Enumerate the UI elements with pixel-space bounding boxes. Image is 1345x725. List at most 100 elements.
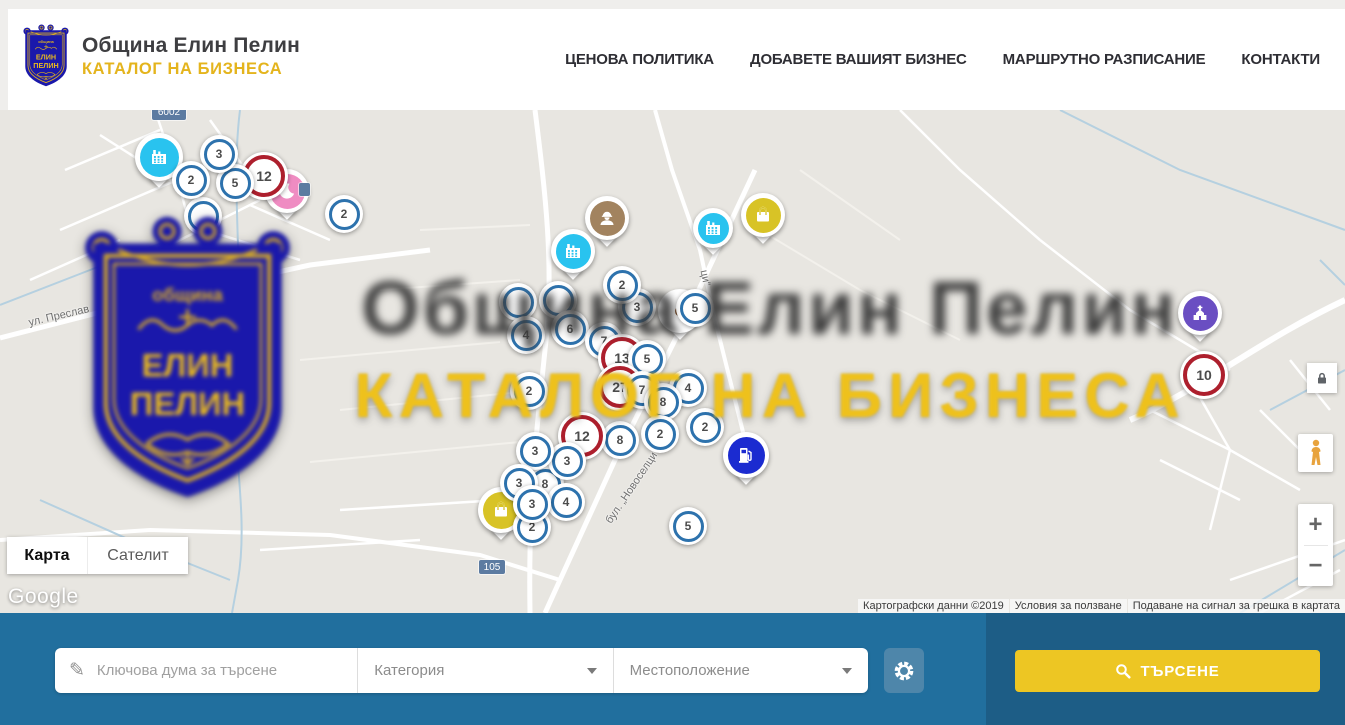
municipality-crest-icon: община ЕЛИН ПЕЛИН [22,24,70,88]
cluster-count: 6 [555,314,586,345]
map-cluster[interactable] [184,197,222,235]
map-pin-fuel[interactable] [723,432,769,478]
map-cluster[interactable]: 2 [325,195,363,233]
map-cluster[interactable] [499,283,537,321]
map-cluster[interactable]: 2 [172,161,210,199]
zoom-in-button[interactable]: + [1298,505,1333,545]
attribution-copyright: Картографски данни ©2019 [858,599,1009,613]
fuel-icon [728,437,765,474]
header: община ЕЛИН ПЕЛИН Община Елин Пелин КАТА… [8,9,1345,110]
category-select-label: Категория [374,662,586,679]
cluster-count [503,287,534,318]
map-cluster[interactable]: 5 [669,507,707,545]
nav-item[interactable]: ДОБАВЕТЕ ВАШИЯТ БИЗНЕС [750,51,967,68]
map-cluster[interactable]: 5 [676,289,714,327]
category-select[interactable]: Категория [357,648,612,693]
map-cluster[interactable]: 8 [601,421,639,459]
map-cluster[interactable]: 3 [513,485,551,523]
street-label: ул. Преслав [27,303,90,329]
map-cluster[interactable]: 2 [603,266,641,304]
cluster-count: 3 [552,446,583,477]
search-fields-group: ✎ Категория Местоположение [55,648,868,693]
map-cluster[interactable]: 2 [510,372,548,410]
map-canvas[interactable]: 3251253224671352774822281252833343106002… [0,110,1345,613]
search-icon [1115,663,1131,679]
logo-text: Община Елин Пелин КАТАЛОГ НА БИЗНЕСА [82,34,300,79]
bag-icon [746,198,781,233]
page: община ЕЛИН ПЕЛИН Община Елин Пелин КАТА… [0,0,1345,725]
cluster-count: 8 [605,425,636,456]
map-cluster[interactable]: 6 [551,310,589,348]
cluster-count: 4 [511,320,542,351]
map-cluster[interactable]: 2 [641,415,679,453]
street-label: бул. „Новоселци [603,450,660,526]
map-pin-factory[interactable] [551,229,595,273]
nav-item[interactable]: КОНТАКТИ [1241,51,1320,68]
street-view-pegman[interactable] [1298,434,1333,472]
map-cluster[interactable]: 4 [507,316,545,354]
cluster-count: 2 [645,419,676,450]
map-cluster[interactable]: 10 [1180,351,1228,399]
nav-item[interactable]: МАРШРУТНО РАЗПИСАНИЕ [1003,51,1206,68]
cluster-count: 4 [551,487,582,518]
search-bar: ✎ Категория Местоположение [0,613,1345,725]
factory-icon [140,138,179,177]
attribution-report-link[interactable]: Подаване на сигнал за грешка в картата [1128,599,1345,613]
svg-text:ПЕЛИН: ПЕЛИН [33,61,58,70]
site-subtitle: КАТАЛОГ НА БИЗНЕСА [82,60,300,79]
header-nav: ЦЕНОВА ПОЛИТИКА ДОБАВЕТЕ ВАШИЯТ БИЗНЕС МАР… [565,9,1320,110]
keyword-field-wrap: ✎ [55,648,357,693]
road-shield [299,183,310,196]
road-shield: 6002 [152,110,186,120]
zoom-out-button[interactable]: − [1298,546,1333,586]
cluster-count: 3 [517,489,548,520]
street-label: ци“ [698,269,713,287]
google-logo[interactable]: Google [8,585,79,609]
cluster-count: 3 [204,139,235,170]
cluster-count: 3 [520,436,551,467]
search-button[interactable]: ТЪРСЕНЕ [1015,650,1320,692]
map-type-map-button[interactable]: Карта [7,537,87,574]
pegman-icon [1308,439,1324,467]
gear-icon [893,660,915,682]
map-cluster[interactable]: 4 [547,483,585,521]
svg-text:ЕЛИН: ЕЛИН [36,53,56,62]
cluster-count: 5 [680,293,711,324]
cluster-count: 5 [673,511,704,542]
map-pin-church[interactable] [1178,291,1222,335]
map-type-control: Карта Сателит [7,537,188,574]
chevron-down-icon [842,668,852,674]
zoom-control: + − [1298,504,1333,586]
site-logo[interactable]: община ЕЛИН ПЕЛИН Община Елин Пелин КАТА… [22,24,300,88]
attribution-terms-link[interactable]: Условия за ползване [1010,599,1127,613]
chevron-down-icon [587,668,597,674]
map-type-satellite-button[interactable]: Сателит [87,537,188,574]
advanced-settings-button[interactable] [884,648,924,693]
factory-icon [556,234,591,269]
nav-item[interactable]: ЦЕНОВА ПОЛИТИКА [565,51,714,68]
map-pin-bag[interactable] [741,193,785,237]
cluster-count: 2 [690,412,721,443]
search-button-label: ТЪРСЕНЕ [1140,663,1219,680]
cluster-count: 2 [176,165,207,196]
keyword-input[interactable] [95,661,357,680]
location-select[interactable]: Местоположение [613,648,868,693]
map-cluster[interactable]: 2 [686,408,724,446]
factory-icon [698,213,729,244]
map-lock-button[interactable] [1307,363,1337,393]
church-icon [1183,296,1218,331]
map-markers-layer: 3251253224671352774822281252833343106002… [0,110,1345,613]
cluster-count: 8 [648,387,679,418]
cluster-count [188,201,219,232]
location-select-label: Местоположение [630,662,842,679]
map-attribution: Картографски данни ©2019 Условия за полз… [858,598,1345,613]
pencil-icon: ✎ [69,659,85,682]
lock-icon [1315,371,1329,385]
road-shield: 105 [479,560,505,574]
cluster-count: 2 [329,199,360,230]
map-pin-factory[interactable] [693,208,733,248]
cluster-count: 2 [607,270,638,301]
svg-text:община: община [38,39,54,44]
cluster-count: 10 [1183,354,1225,396]
site-title: Община Елин Пелин [82,34,300,58]
